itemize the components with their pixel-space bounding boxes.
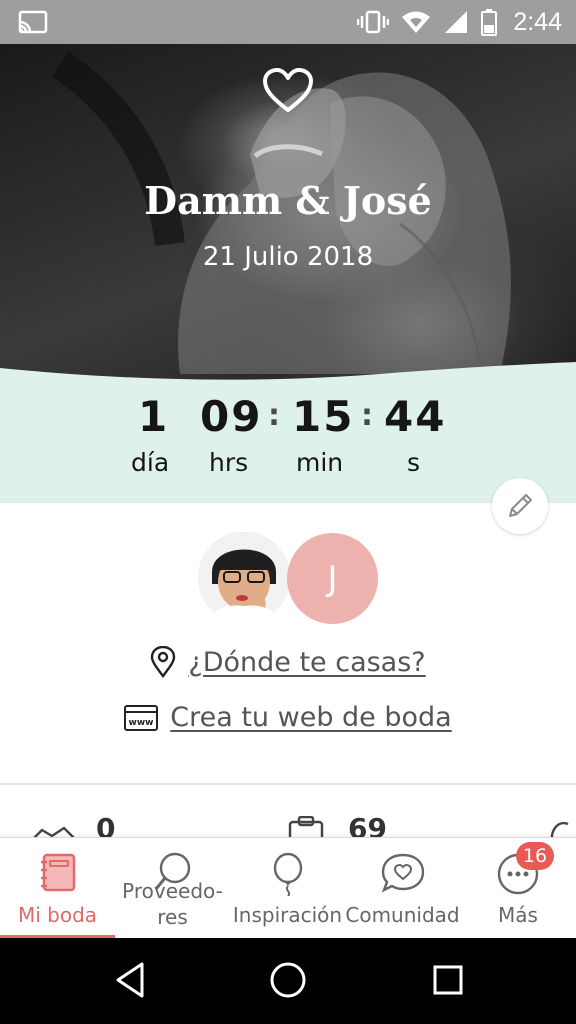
browser-www-icon: www — [124, 704, 159, 731]
bottom-nav: Mi boda Proveedo- res Inspiración Comuni… — [0, 837, 576, 939]
tab-label: res — [157, 905, 188, 929]
stat-value: 0 — [96, 812, 116, 838]
tab-label: Comunidad — [345, 903, 460, 927]
divider — [0, 502, 576, 503]
countdown-hours-label: hrs — [209, 448, 249, 477]
hero-banner: Damm & José 21 Julio 2018 — [0, 44, 576, 394]
svg-text:www: www — [129, 718, 154, 728]
partner-avatar[interactable]: J — [287, 533, 378, 624]
countdown-separator: : — [361, 398, 373, 433]
notebook-icon — [40, 853, 75, 892]
countdown-hours: 09 — [200, 392, 263, 441]
countdown-seconds: 44 — [384, 392, 447, 441]
handshake-icon — [32, 826, 76, 838]
tab-proveedores[interactable]: Proveedo- res — [115, 838, 230, 939]
countdown-days-label: día — [131, 448, 170, 477]
tab-label: Mi boda — [17, 903, 98, 927]
create-website-link[interactable]: Crea tu web de boda — [170, 702, 451, 733]
couple-names: Damm & José — [144, 178, 432, 223]
website-link-row[interactable]: www Crea tu web de boda — [0, 702, 576, 733]
system-nav-bar — [0, 938, 576, 1024]
home-icon[interactable] — [268, 958, 308, 1002]
stat-value: 69 — [348, 812, 387, 838]
notification-badge: 16 — [516, 842, 554, 870]
cast-icon — [18, 10, 48, 34]
location-pin-icon — [151, 646, 176, 678]
vibrate-icon — [357, 10, 390, 34]
countdown-separator: : — [268, 398, 280, 433]
clipboard-icon — [288, 816, 324, 838]
section-divider — [0, 783, 576, 785]
recents-icon[interactable] — [428, 958, 468, 1002]
edit-button[interactable] — [492, 478, 548, 534]
chat-heart-icon — [381, 853, 424, 893]
pencil-icon — [509, 494, 532, 517]
stats-row: 0 69 — [0, 796, 576, 838]
countdown-panel — [0, 388, 576, 502]
wedding-date: 21 Julio 2018 — [202, 242, 374, 272]
partial-icon — [550, 821, 569, 838]
countdown-seconds-label: s — [407, 448, 421, 477]
tab-label: Proveedo- — [122, 879, 223, 903]
clock: 2:44 — [513, 7, 562, 36]
avatar-photo — [198, 532, 290, 624]
battery-icon — [481, 9, 498, 36]
countdown-minutes-label: min — [296, 448, 344, 477]
tab-comunidad[interactable]: Comunidad — [345, 838, 460, 939]
tab-label: Más — [498, 903, 538, 927]
countdown-days: 1 — [138, 392, 170, 441]
countdown-minutes: 15 — [292, 392, 355, 441]
tab-label: Inspiración — [232, 903, 343, 927]
cell-signal-icon — [445, 11, 468, 33]
tab-mi-boda[interactable]: Mi boda — [0, 838, 115, 939]
tab-inspiracion[interactable]: Inspiración — [230, 838, 345, 939]
avatar[interactable] — [198, 532, 290, 624]
heart-icon — [263, 68, 313, 112]
back-icon[interactable] — [110, 958, 150, 1002]
status-bar: 2:44 — [0, 0, 576, 44]
wifi-icon — [402, 11, 431, 33]
where-link[interactable]: ¿Dónde te casas? — [188, 647, 425, 678]
balloon-icon — [273, 852, 302, 896]
where-link-row[interactable]: ¿Dónde te casas? — [0, 646, 576, 678]
